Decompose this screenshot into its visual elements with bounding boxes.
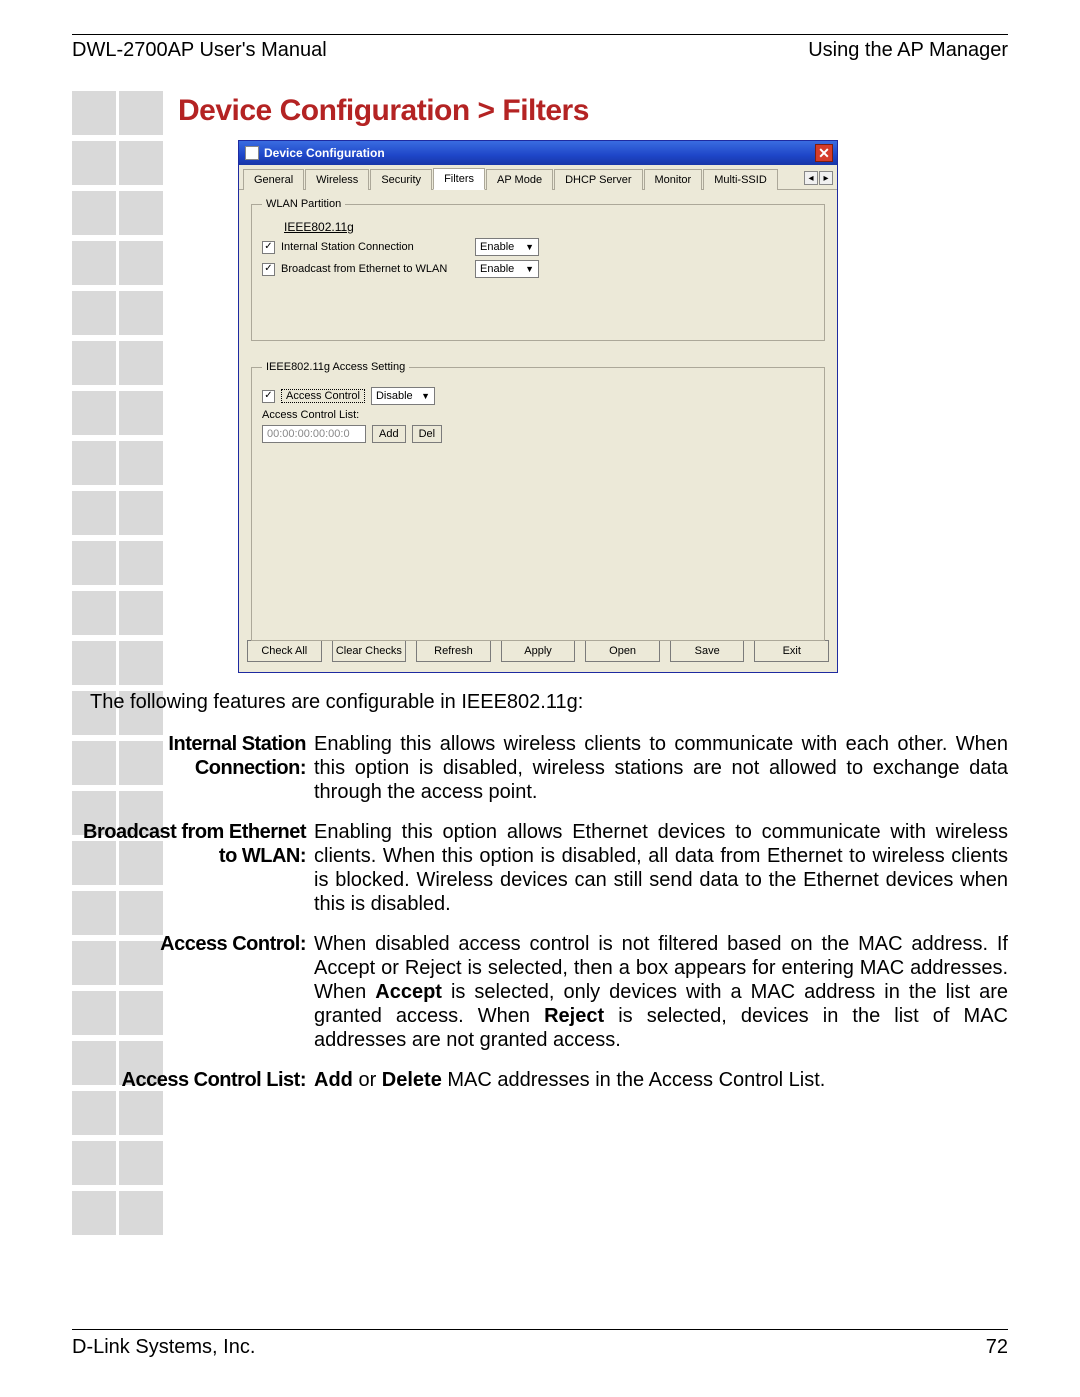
tab-multissid[interactable]: Multi-SSID bbox=[703, 169, 778, 190]
tab-scroll-left-icon[interactable]: ◂ bbox=[804, 171, 818, 185]
internal-station-select[interactable]: Enable ▼ bbox=[475, 238, 539, 256]
check-all-button[interactable]: Check All bbox=[247, 640, 322, 662]
broadcast-checkbox[interactable] bbox=[262, 263, 275, 276]
access-setting-group: IEEE802.11g Access Setting Access Contro… bbox=[251, 361, 825, 641]
broadcast-select[interactable]: Enable ▼ bbox=[475, 260, 539, 278]
def-acl-rest: MAC addresses in the Access Control List… bbox=[442, 1069, 826, 1091]
def-acl-or: or bbox=[353, 1069, 382, 1091]
access-setting-legend: IEEE802.11g Access Setting bbox=[262, 361, 409, 373]
def-acl-del: Delete bbox=[382, 1069, 442, 1091]
wlan-partition-group: WLAN Partition IEEE802.11g Internal Stat… bbox=[251, 198, 825, 341]
footer-left: D-Link Systems, Inc. bbox=[72, 1336, 255, 1359]
tab-wireless[interactable]: Wireless bbox=[305, 169, 369, 190]
intro-text: The following features are configurable … bbox=[90, 691, 1008, 714]
chevron-down-icon: ▼ bbox=[525, 242, 534, 252]
header-left: DWL-2700AP User's Manual bbox=[72, 39, 327, 62]
def-ac-accept: Accept bbox=[375, 981, 442, 1003]
tab-ap-mode[interactable]: AP Mode bbox=[486, 169, 553, 190]
def-acl-body: Add or Delete MAC addresses in the Acces… bbox=[314, 1068, 1008, 1092]
chevron-down-icon: ▼ bbox=[421, 391, 430, 401]
tab-monitor[interactable]: Monitor bbox=[644, 169, 703, 190]
def-isc-body: Enabling this allows wireless clients to… bbox=[314, 732, 1008, 804]
def-isc-label: Internal Station Connection: bbox=[74, 732, 314, 804]
chevron-down-icon: ▼ bbox=[525, 264, 534, 274]
mac-input[interactable]: 00:00:00:00:00:0 bbox=[262, 425, 366, 443]
def-ac-body: When disabled access control is not filt… bbox=[314, 932, 1008, 1052]
dialog-title: Device Configuration bbox=[264, 146, 385, 160]
page-title: Device Configuration > Filters bbox=[178, 94, 1008, 128]
header-right: Using the AP Manager bbox=[808, 39, 1008, 62]
tab-scroll-right-icon[interactable]: ▸ bbox=[819, 171, 833, 185]
broadcast-value: Enable bbox=[480, 263, 514, 275]
def-ac-label: Access Control: bbox=[74, 932, 314, 1052]
close-button[interactable]: ✕ bbox=[815, 144, 833, 162]
clear-checks-button[interactable]: Clear Checks bbox=[332, 640, 407, 662]
device-config-dialog: Device Configuration ✕ General Wireless … bbox=[238, 140, 838, 673]
footer-right: 72 bbox=[986, 1336, 1008, 1359]
exit-button[interactable]: Exit bbox=[754, 640, 829, 662]
wlan-partition-legend: WLAN Partition bbox=[262, 198, 345, 210]
access-control-list-label: Access Control List: bbox=[262, 409, 359, 421]
internal-station-checkbox[interactable] bbox=[262, 241, 275, 254]
tab-filters[interactable]: Filters bbox=[433, 168, 485, 190]
def-bcast-body: Enabling this option allows Ethernet dev… bbox=[314, 820, 1008, 916]
refresh-button[interactable]: Refresh bbox=[416, 640, 491, 662]
access-control-value: Disable bbox=[376, 390, 413, 402]
access-control-label: Access Control bbox=[281, 389, 365, 403]
tab-general[interactable]: General bbox=[243, 169, 304, 190]
window-icon bbox=[245, 146, 259, 160]
save-button[interactable]: Save bbox=[670, 640, 745, 662]
def-acl-add: Add bbox=[314, 1069, 353, 1091]
dialog-titlebar[interactable]: Device Configuration ✕ bbox=[239, 141, 837, 165]
apply-button[interactable]: Apply bbox=[501, 640, 576, 662]
def-ac-reject: Reject bbox=[544, 1005, 604, 1027]
def-bcast-label: Broadcast from Ethernet to WLAN: bbox=[74, 820, 314, 916]
internal-station-label: Internal Station Connection bbox=[281, 241, 469, 253]
broadcast-label: Broadcast from Ethernet to WLAN bbox=[281, 263, 469, 275]
access-control-checkbox[interactable] bbox=[262, 390, 275, 403]
close-icon: ✕ bbox=[818, 146, 830, 160]
tab-security[interactable]: Security bbox=[370, 169, 432, 190]
tab-strip: General Wireless Security Filters AP Mod… bbox=[239, 165, 837, 190]
del-button[interactable]: Del bbox=[412, 425, 443, 443]
def-acl-label: Access Control List: bbox=[74, 1068, 314, 1092]
internal-station-value: Enable bbox=[480, 241, 514, 253]
tab-dhcp[interactable]: DHCP Server bbox=[554, 169, 642, 190]
open-button[interactable]: Open bbox=[585, 640, 660, 662]
add-button[interactable]: Add bbox=[372, 425, 406, 443]
access-control-select[interactable]: Disable ▼ bbox=[371, 387, 435, 405]
ieee-label: IEEE802.11g bbox=[284, 220, 354, 234]
